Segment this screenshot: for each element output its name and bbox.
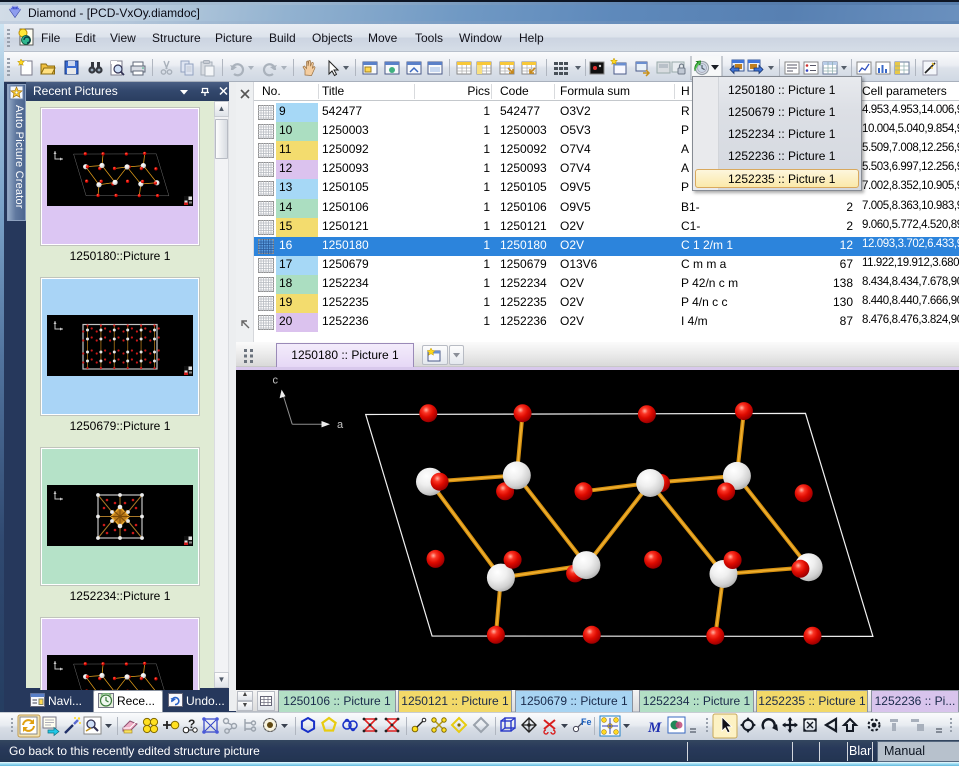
- svg-text:c: c: [273, 375, 279, 387]
- svg-text:a: a: [337, 419, 344, 431]
- svg-text:Fe: Fe: [581, 717, 592, 727]
- svg-text:M: M: [647, 720, 662, 736]
